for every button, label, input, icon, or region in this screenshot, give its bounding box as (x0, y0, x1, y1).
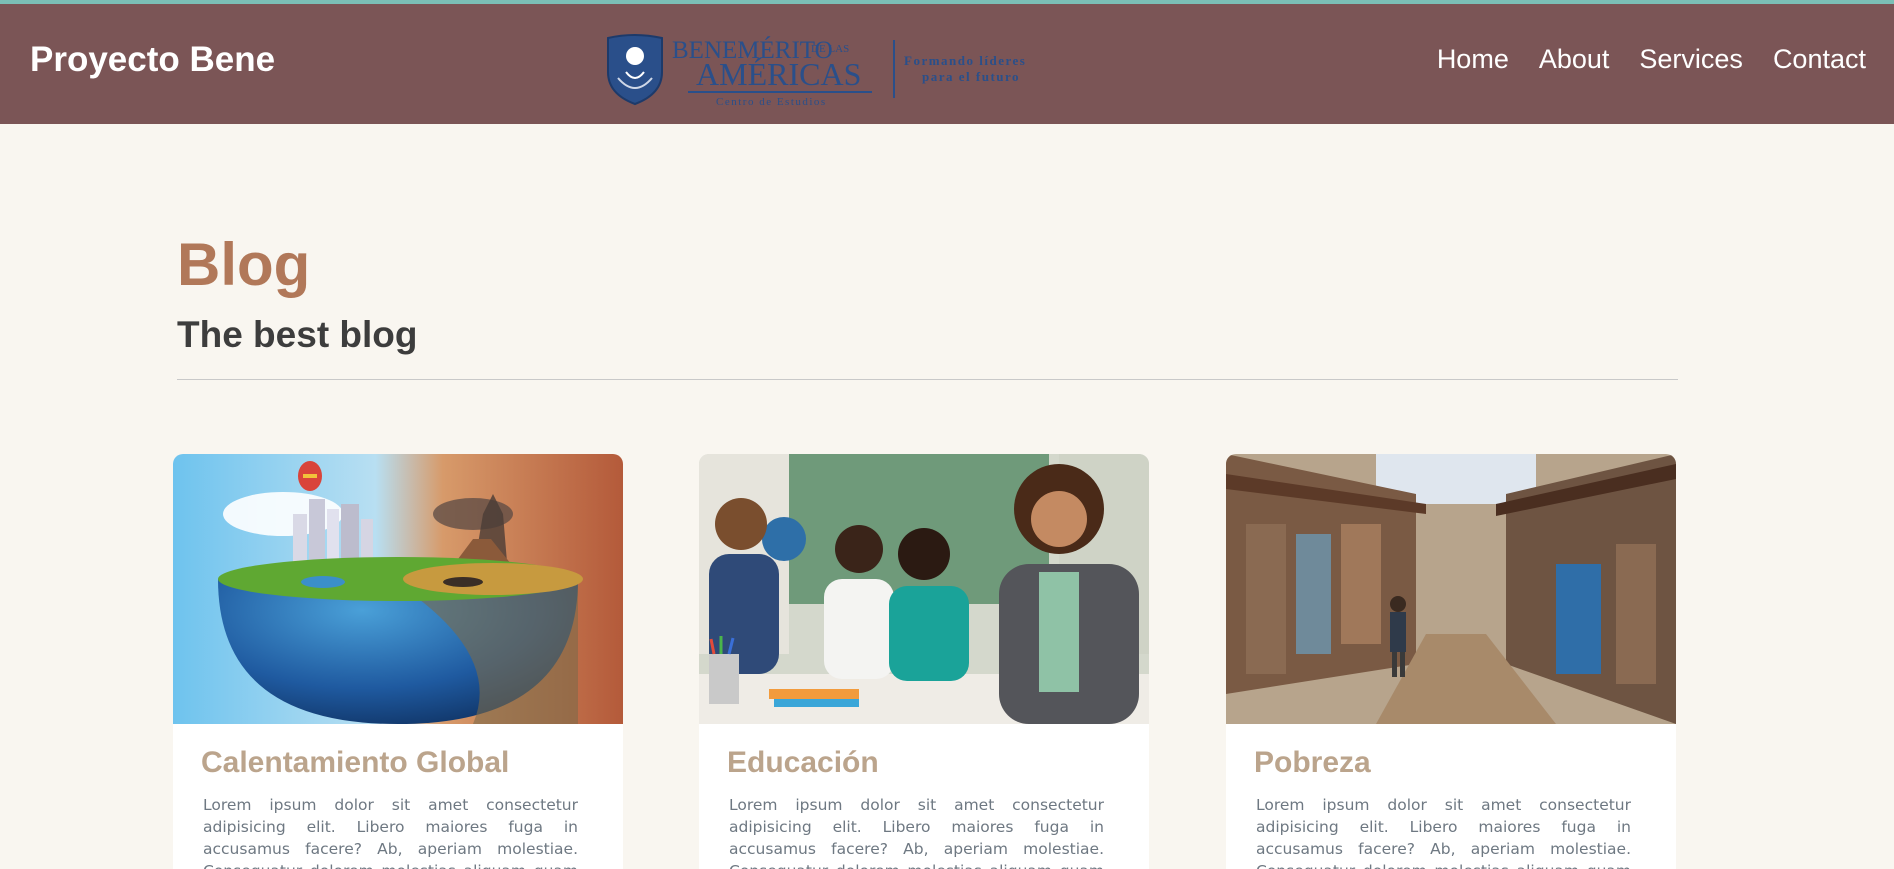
card-title[interactable]: Educación (727, 746, 879, 780)
card-text: Lorem ipsum dolor sit amet consectetur a… (203, 796, 578, 869)
blog-card-calentamiento[interactable]: Calentamiento Global Lorem ipsum dolor s… (173, 454, 623, 869)
school-logo[interactable]: BENEMÉRITO DE LAS AMÉRICAS Centro de Est… (604, 32, 1036, 108)
card-image-poverty[interactable] (1226, 454, 1676, 724)
svg-text:para el futuro: para el futuro (922, 69, 1020, 84)
card-image-global-warming[interactable] (173, 454, 623, 724)
blog-card-pobreza[interactable]: Pobreza Lorem ipsum dolor sit amet conse… (1226, 454, 1676, 869)
blog-card-educacion[interactable]: Educación Lorem ipsum dolor sit amet con… (699, 454, 1149, 869)
nav-about[interactable]: About (1539, 44, 1610, 75)
page-title: Blog (177, 231, 311, 298)
card-title[interactable]: Pobreza (1254, 746, 1371, 780)
card-title[interactable]: Calentamiento Global (201, 746, 509, 780)
site-header: Proyecto Bene BENEMÉRITO DE LAS AMÉRICAS… (0, 4, 1894, 124)
svg-text:AMÉRICAS: AMÉRICAS (696, 56, 861, 92)
nav-services[interactable]: Services (1639, 44, 1743, 75)
card-image-education[interactable] (699, 454, 1149, 724)
svg-text:Centro de Estudios: Centro de Estudios (716, 96, 827, 108)
page-subtitle: The best blog (177, 314, 418, 355)
nav-home[interactable]: Home (1437, 44, 1509, 75)
divider (177, 379, 1678, 380)
main-nav: Home About Services Contact (1437, 44, 1866, 75)
card-text: Lorem ipsum dolor sit amet consectetur a… (1256, 796, 1631, 869)
svg-text:Formando líderes: Formando líderes (904, 53, 1026, 68)
brand-title[interactable]: Proyecto Bene (30, 40, 275, 80)
svg-text:DE LAS: DE LAS (811, 43, 849, 55)
card-text: Lorem ipsum dolor sit amet consectetur a… (729, 796, 1104, 869)
nav-contact[interactable]: Contact (1773, 44, 1866, 75)
